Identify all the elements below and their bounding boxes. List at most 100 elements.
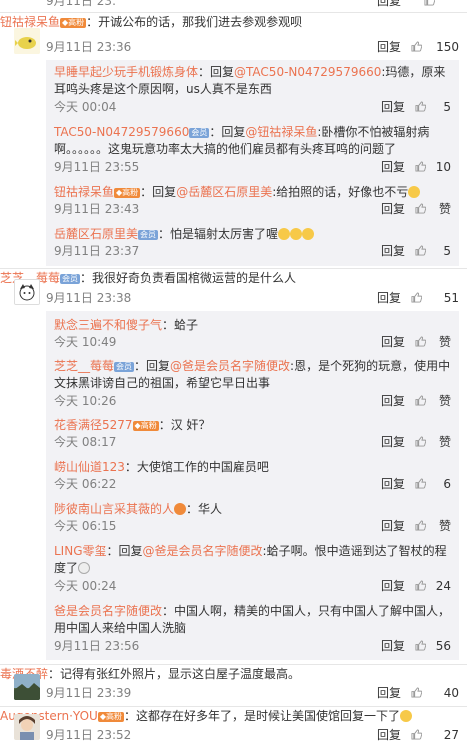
reply-body: 早睡早起少玩手机锻炼身体：回复@TAC50-N04729579660:玛德，原来… (54, 64, 451, 98)
thumb-up-icon (411, 687, 422, 698)
reply-button[interactable]: 回复 (381, 243, 405, 259)
thumb-up-icon (424, 0, 435, 6)
reply-author[interactable]: 早睡早起少玩手机锻炼身体 (54, 65, 198, 79)
reply-list: 默念三遍不和傻子气：蛤子 今天 10:49 回复 赞 芝芝__莓莓 会员 ：回复@爸… (46, 311, 459, 660)
reply-button[interactable]: 回复 (381, 476, 405, 492)
avatar[interactable] (14, 28, 40, 54)
like-count: 5 (443, 244, 451, 258)
comment-author[interactable]: 钮祜禄呆鱼 (0, 15, 60, 29)
like-button[interactable]: 赞 (415, 201, 451, 217)
like-button[interactable]: 赞 (415, 393, 451, 409)
comment-meta: 9月11日 23:36 回复 150 (46, 39, 459, 55)
reply-button[interactable]: 回复 (377, 0, 401, 9)
reply-prefix: ：回复 (198, 65, 235, 79)
reply-meta: 今天 10:49 回复 赞 (54, 334, 451, 350)
like-count: 赞 (438, 394, 451, 408)
reply-button[interactable]: 回复 (381, 393, 405, 409)
member-badge: 会员 (189, 128, 210, 138)
comment-time: 9月11日 23:36 (46, 40, 132, 54)
reply-prefix: ：大使馆工作的中国雇员吧 (124, 460, 269, 474)
thumb-up-icon (415, 203, 426, 214)
thumb-up-icon (415, 161, 426, 172)
reply-item: 花香满径5277 ◆高粉 ：汉 奸？ 今天 08:17 回复 赞 (54, 417, 451, 449)
like-button[interactable]: 24 (415, 578, 451, 594)
comment-time: 9月11日 23:39 (46, 686, 132, 700)
member-badge: 会员 (114, 362, 135, 372)
avatar[interactable] (14, 714, 40, 740)
like-button[interactable]: 5 (415, 243, 451, 259)
mention-link[interactable]: @爸是会员名字随便改 (143, 544, 263, 558)
mention-link[interactable]: @爸是会员名字随便改 (170, 359, 290, 373)
comment-text: ：这都存在好多年了，是时候让美国使馆回复一下了 (123, 709, 400, 723)
reply-button[interactable]: 回复 (381, 434, 405, 450)
comment-body: Augenstern·YOU ◆高粉 ：这都存在好多年了，是时候让美国使馆回复一下了 (0, 707, 467, 724)
like-button[interactable]: 56 (415, 638, 451, 654)
reply-body: 陟彼南山言采其薇的人 ：华人 (54, 501, 451, 518)
like-button[interactable]: 赞 (415, 518, 451, 534)
like-count: 6 (443, 477, 451, 491)
like-button[interactable]: 赞 (415, 334, 451, 350)
comment-meta: 9月11日 23:52 回复 27 (46, 727, 459, 743)
like-count: 赞 (438, 335, 451, 349)
reply-button[interactable]: 回复 (381, 201, 405, 217)
like-count: 10 (435, 160, 451, 174)
like-button[interactable]: 40 (411, 685, 459, 701)
mention-link[interactable]: @TAC50-N04729579660 (234, 65, 381, 79)
thumb-up-icon (415, 436, 426, 447)
comment-time: 9月11日 23:52 (46, 728, 132, 742)
reply-body: 钮祜禄呆鱼 ◆高粉 ：回复@岳麓区石原里美:给拍照的话，好像也不亏 (54, 184, 451, 201)
like-button[interactable]: 赞 (415, 434, 451, 450)
avatar[interactable] (14, 674, 40, 700)
reply-button[interactable]: 回复 (377, 39, 401, 55)
reply-author[interactable]: 崂山仙道123 (54, 460, 125, 474)
like-button[interactable]: 150 (411, 39, 459, 55)
reply-button[interactable]: 回复 (381, 518, 405, 534)
reply-author[interactable]: 花香满径5277 (54, 418, 133, 432)
reply-button[interactable]: 回复 (381, 334, 405, 350)
comment-thread: 毒酒不醉：记得有张红外照片，显示这白屋子温度最高。 9月11日 23:39 回复… (0, 665, 467, 705)
reply-author[interactable]: 钮祜禄呆鱼 (54, 185, 114, 199)
reply-meta: 9月11日 23:56 回复 56 (54, 638, 451, 654)
thumb-up-icon (415, 640, 426, 651)
reply-button[interactable]: 回复 (381, 578, 405, 594)
like-count: 40 (443, 686, 459, 700)
thumb-up-icon (411, 41, 422, 52)
reply-author[interactable]: 岳麓区石原里美 (54, 227, 138, 241)
reply-time: 今天 10:49 (54, 335, 117, 349)
comment-body: 钮祜禄呆鱼 ◆高粉 ：开诚公布的话，那我们进去参观参观呗 (0, 13, 467, 30)
reply-author[interactable]: LING零玺 (54, 544, 107, 558)
thumb-up-icon (415, 580, 426, 591)
reply-button[interactable]: 回复 (381, 99, 405, 115)
reply-time: 9月11日 23:55 (54, 160, 140, 174)
like-count: 赞 (438, 519, 451, 533)
reply-item: 早睡早起少玩手机锻炼身体：回复@TAC50-N04729579660:玛德，原来… (54, 64, 451, 114)
reply-author[interactable]: 陟彼南山言采其薇的人 (54, 502, 174, 516)
reply-body: 岳麓区石原里美 会员 ：怕是辐射太厉害了喔 (54, 226, 451, 243)
avatar-image (15, 280, 39, 304)
reply-author[interactable]: TAC50-N04729579660 (54, 125, 189, 139)
comment-time: 9月11日 23:38 (46, 291, 132, 305)
like-count: 5 (443, 100, 451, 114)
like-count: 27 (443, 728, 459, 742)
reply-author[interactable]: 默念三遍不和傻子气 (54, 318, 162, 332)
reply-button[interactable]: 回复 (377, 290, 401, 306)
like-button[interactable]: 10 (415, 159, 451, 175)
reply-author[interactable]: 爸是会员名字随便改 (54, 604, 162, 618)
like-button[interactable]: 27 (411, 727, 459, 743)
reply-button[interactable]: 回复 (377, 685, 401, 701)
reply-button[interactable]: 回复 (377, 727, 401, 743)
like-button[interactable] (424, 0, 435, 9)
vip-badge: ◆高粉 (60, 18, 87, 28)
reply-button[interactable]: 回复 (381, 638, 405, 654)
reply-author[interactable]: 芝芝__莓莓 (54, 359, 114, 373)
like-button[interactable]: 6 (415, 476, 451, 492)
like-button[interactable]: 5 (415, 99, 451, 115)
reply-button[interactable]: 回复 (381, 159, 405, 175)
emoji-icon (290, 228, 303, 240)
like-count: 赞 (438, 435, 451, 449)
mention-link[interactable]: @岳麓区石原里美 (176, 185, 272, 199)
mention-link[interactable]: @钮祜禄呆鱼 (245, 125, 317, 139)
comment-time: 9月11日 23: (46, 0, 117, 8)
avatar[interactable] (14, 279, 40, 305)
like-button[interactable]: 51 (411, 290, 459, 306)
